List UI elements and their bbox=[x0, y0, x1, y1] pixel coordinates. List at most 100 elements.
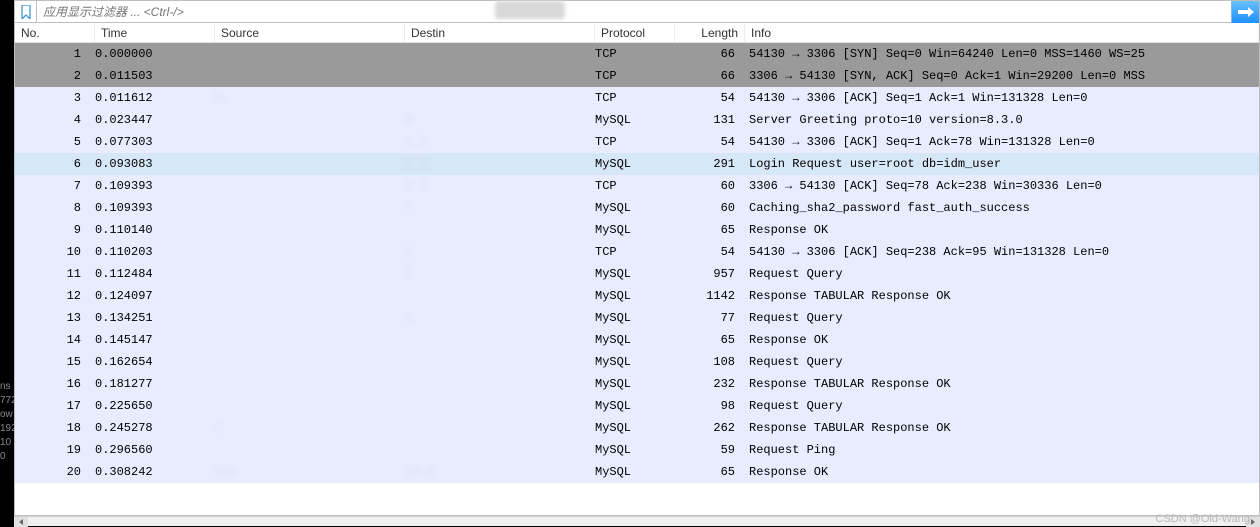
col-header-protocol[interactable]: Protocol bbox=[595, 24, 675, 42]
cell-length: 291 bbox=[675, 157, 745, 171]
cell-length: 59 bbox=[675, 443, 745, 457]
packet-row[interactable]: 120.124097MySQL1142Response TABULAR Resp… bbox=[15, 285, 1259, 307]
cell-protocol: MySQL bbox=[595, 223, 675, 237]
cell-length: 77 bbox=[675, 311, 745, 325]
packet-list-header[interactable]: No. Time Source Destin Protocol Length I… bbox=[15, 23, 1259, 43]
cell-time: 0.124097 bbox=[95, 289, 215, 303]
packet-row[interactable]: 130.1342511MySQL77Request Query bbox=[15, 307, 1259, 329]
cell-protocol: TCP bbox=[595, 179, 675, 193]
cell-protocol: MySQL bbox=[595, 311, 675, 325]
cell-no: 7 bbox=[15, 179, 95, 193]
cell-no: 20 bbox=[15, 465, 95, 479]
cell-destination: 0 bbox=[405, 113, 595, 127]
cell-no: 4 bbox=[15, 113, 95, 127]
cell-protocol: TCP bbox=[595, 135, 675, 149]
bookmark-icon[interactable] bbox=[15, 1, 37, 23]
packet-row[interactable]: 30.0116125.TCP5454130 → 3306 [ACK] Seq=1… bbox=[15, 87, 1259, 109]
col-header-info[interactable]: Info bbox=[745, 24, 1259, 42]
cell-destination: 1 1 bbox=[405, 135, 595, 149]
cell-protocol: MySQL bbox=[595, 377, 675, 391]
cell-length: 60 bbox=[675, 179, 745, 193]
packet-row[interactable]: 200.30824210110.6MySQL65Response OK bbox=[15, 461, 1259, 483]
cell-info: Login Request user=root db=idm_user bbox=[745, 157, 1259, 171]
packet-list[interactable]: 10.000000TCP6654130 → 3306 [SYN] Seq=0 W… bbox=[15, 43, 1259, 515]
cell-length: 98 bbox=[675, 399, 745, 413]
cell-info: Request Query bbox=[745, 355, 1259, 369]
cell-no: 16 bbox=[15, 377, 95, 391]
cell-length: 60 bbox=[675, 201, 745, 215]
packet-row[interactable]: 170.225650MySQL98Request Query bbox=[15, 395, 1259, 417]
cell-time: 0.011503 bbox=[95, 69, 215, 83]
packet-row[interactable]: 140.145147MySQL65Response OK bbox=[15, 329, 1259, 351]
packet-row[interactable]: 100.1102031TCP5454130 → 3306 [ACK] Seq=2… bbox=[15, 241, 1259, 263]
apply-filter-button[interactable] bbox=[1231, 1, 1259, 23]
cell-protocol: MySQL bbox=[595, 443, 675, 457]
cell-info: Caching_sha2_password fast_auth_success bbox=[745, 201, 1259, 215]
cell-time: 0.077303 bbox=[95, 135, 215, 149]
cell-time: 0.109393 bbox=[95, 201, 215, 215]
cell-length: 232 bbox=[675, 377, 745, 391]
cell-length: 65 bbox=[675, 465, 745, 479]
packet-row[interactable]: 80.1093937MySQL60Caching_sha2_password f… bbox=[15, 197, 1259, 219]
cell-length: 262 bbox=[675, 421, 745, 435]
cell-info: 54130 → 3306 [SYN] Seq=0 Win=64240 Len=0… bbox=[745, 47, 1259, 61]
col-header-time[interactable]: Time bbox=[95, 24, 215, 42]
cell-no: 14 bbox=[15, 333, 95, 347]
cell-destination: 1 7 bbox=[405, 179, 595, 193]
cell-no: 11 bbox=[15, 267, 95, 281]
col-header-length[interactable]: Length bbox=[675, 24, 745, 42]
cell-info: Request Ping bbox=[745, 443, 1259, 457]
packet-row[interactable]: 20.011503TCP663306 → 54130 [SYN, ACK] Se… bbox=[15, 65, 1259, 87]
cell-time: 0.225650 bbox=[95, 399, 215, 413]
cell-info: 54130 → 3306 [ACK] Seq=1 Ack=1 Win=13132… bbox=[745, 91, 1259, 105]
redaction-block bbox=[495, 1, 565, 19]
packet-row[interactable]: 150.162654MySQL108Request Query bbox=[15, 351, 1259, 373]
packet-row[interactable]: 50.0773031 1TCP5454130 → 3306 [ACK] Seq=… bbox=[15, 131, 1259, 153]
packet-row[interactable]: 60.0930831 1MySQL291Login Request user=r… bbox=[15, 153, 1259, 175]
cell-source: 5. bbox=[215, 91, 405, 105]
cell-length: 108 bbox=[675, 355, 745, 369]
col-header-source[interactable]: Source bbox=[215, 24, 405, 42]
cell-no: 17 bbox=[15, 399, 95, 413]
cell-destination: 7 bbox=[405, 201, 595, 215]
cell-no: 10 bbox=[15, 245, 95, 259]
packet-row[interactable]: 110.1124841MySQL957Request Query bbox=[15, 263, 1259, 285]
cell-no: 9 bbox=[15, 223, 95, 237]
cell-info: 3306 → 54130 [ACK] Seq=78 Ack=238 Win=30… bbox=[745, 179, 1259, 193]
cell-source: 1 bbox=[215, 421, 405, 435]
col-header-dest[interactable]: Destin bbox=[405, 24, 595, 42]
cell-length: 957 bbox=[675, 267, 745, 281]
cell-protocol: TCP bbox=[595, 47, 675, 61]
cell-length: 65 bbox=[675, 333, 745, 347]
cell-protocol: MySQL bbox=[595, 355, 675, 369]
col-header-no[interactable]: No. bbox=[15, 24, 95, 42]
editor-gutter: ns 772 ow 192 10 0 bbox=[0, 0, 14, 526]
cell-no: 2 bbox=[15, 69, 95, 83]
cell-info: Response OK bbox=[745, 465, 1259, 479]
packet-row[interactable]: 190.296560MySQL59Request Ping bbox=[15, 439, 1259, 461]
cell-no: 13 bbox=[15, 311, 95, 325]
cell-no: 3 bbox=[15, 91, 95, 105]
wireshark-panel: No. Time Source Destin Protocol Length I… bbox=[14, 0, 1260, 516]
display-filter-input[interactable] bbox=[37, 2, 1231, 22]
packet-row[interactable]: 90.110140MySQL65Response OK bbox=[15, 219, 1259, 241]
packet-row[interactable]: 70.1093931 7TCP603306 → 54130 [ACK] Seq=… bbox=[15, 175, 1259, 197]
cell-destination: 10.6 bbox=[405, 465, 595, 479]
cell-info: 54130 → 3306 [ACK] Seq=238 Ack=95 Win=13… bbox=[745, 245, 1259, 259]
cell-time: 0.110203 bbox=[95, 245, 215, 259]
cell-protocol: TCP bbox=[595, 69, 675, 83]
cell-protocol: MySQL bbox=[595, 465, 675, 479]
packet-row[interactable]: 10.000000TCP6654130 → 3306 [SYN] Seq=0 W… bbox=[15, 43, 1259, 65]
packet-row[interactable]: 40.0234470MySQL131Server Greeting proto=… bbox=[15, 109, 1259, 131]
horizontal-scrollbar[interactable] bbox=[14, 516, 1260, 526]
cell-time: 0.093083 bbox=[95, 157, 215, 171]
cell-info: Response TABULAR Response OK bbox=[745, 377, 1259, 391]
cell-info: Response OK bbox=[745, 223, 1259, 237]
cell-info: Request Query bbox=[745, 311, 1259, 325]
packet-row[interactable]: 180.2452781MySQL262Response TABULAR Resp… bbox=[15, 417, 1259, 439]
cell-length: 54 bbox=[675, 135, 745, 149]
cell-no: 1 bbox=[15, 47, 95, 61]
cell-destination: 1 1 bbox=[405, 157, 595, 171]
packet-row[interactable]: 160.181277MySQL232Response TABULAR Respo… bbox=[15, 373, 1259, 395]
cell-protocol: TCP bbox=[595, 91, 675, 105]
